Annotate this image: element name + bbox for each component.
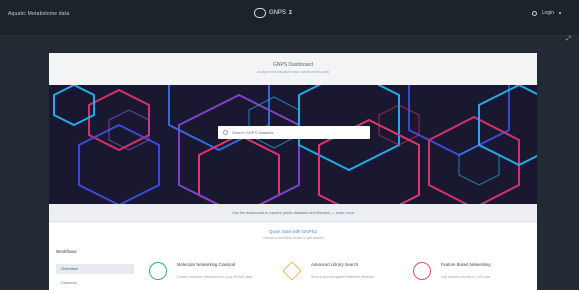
learn-more-link[interactable]: learn more	[336, 211, 354, 215]
search-box[interactable]	[218, 126, 370, 139]
main-panel: GNPS Dashboard Analyze and visualize mas…	[49, 53, 537, 290]
card-description: Link features across LC-MS runs	[441, 275, 491, 279]
panel-header: GNPS Dashboard Analyze and visualize mas…	[49, 53, 537, 85]
section-subtitle: Choose a workflow below to get started	[262, 236, 324, 240]
section-title: Quick Start with GNPS2	[268, 229, 317, 234]
gear-icon[interactable]	[531, 10, 537, 16]
workflow-card[interactable]: Feature Based Networking Link features a…	[413, 262, 523, 290]
brand-logo[interactable]: GNPS 2	[254, 8, 292, 18]
login-link[interactable]: Login	[542, 10, 554, 16]
search-icon	[223, 130, 228, 135]
page-title: GNPS Dashboard	[272, 62, 314, 68]
network-icon	[149, 262, 167, 280]
expand-icon[interactable]: ⤢	[566, 36, 571, 43]
card-title: Molecular Networking Classical	[177, 262, 236, 267]
alert-icon	[413, 262, 431, 280]
card-description: Search spectra against reference librari…	[311, 275, 374, 279]
card-title: Feature Based Networking	[441, 262, 491, 267]
workflow-card[interactable]: Molecular Networking Classical Create mo…	[149, 262, 259, 290]
info-text: Use the dashboard to explore public data…	[231, 211, 335, 215]
page-subtitle: Analyze and visualize mass spectrometry …	[257, 70, 329, 74]
info-bar: Use the dashboard to explore public data…	[49, 204, 537, 222]
hero-banner	[49, 85, 537, 204]
menu-dot-icon[interactable]	[559, 12, 561, 14]
card-title: Advanced Library Search	[311, 262, 359, 267]
card-description: Create molecular networks from your MS/M…	[177, 275, 253, 279]
brand-version: 2	[289, 10, 292, 16]
top-navbar: Aquatic Metabolome data GNPS 2 Login	[0, 0, 579, 36]
hexagon-pattern-image	[53, 85, 537, 204]
brand-name: GNPS	[269, 10, 287, 16]
sidebar-item-overview[interactable]: Overview	[56, 264, 134, 274]
user-menu: Login	[531, 10, 561, 16]
logo-icon	[254, 8, 266, 18]
sidebar-heading: Workflows	[56, 249, 77, 254]
site-link[interactable]: Aquatic Metabolome data	[8, 11, 69, 17]
workflow-card[interactable]: Advanced Library Search Search spectra a…	[282, 261, 393, 290]
search-input[interactable]	[232, 130, 352, 135]
warning-icon	[282, 261, 302, 281]
sidebar-item-datasets[interactable]: Datasets	[61, 280, 77, 285]
quick-start-section: Quick Start with GNPS2 Choose a workflow…	[49, 223, 537, 290]
